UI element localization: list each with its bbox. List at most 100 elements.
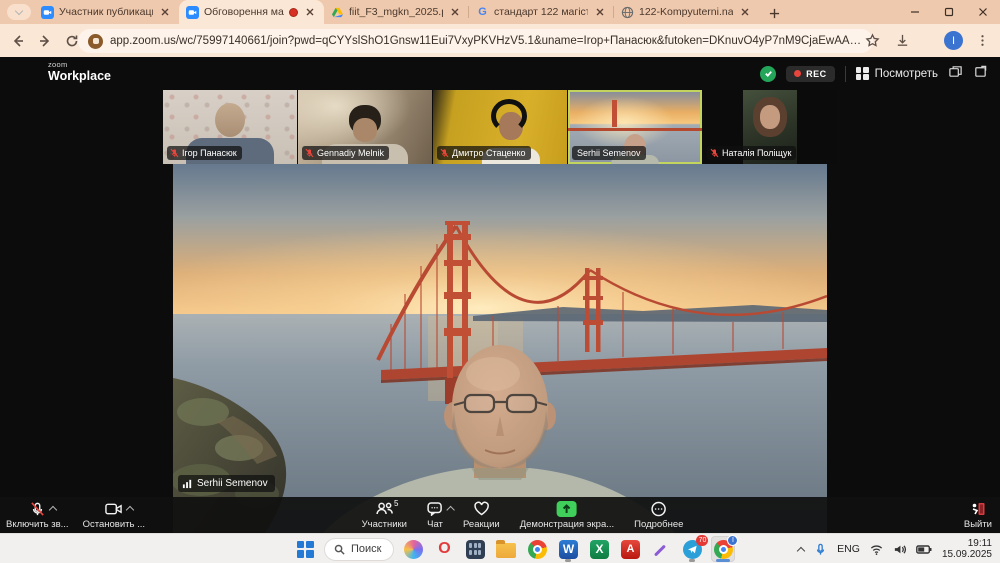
video-options-chevron[interactable] xyxy=(126,506,134,514)
tab-zoom-meeting-active[interactable]: Обговорення магістерсько xyxy=(179,0,324,24)
chat-options-chevron[interactable] xyxy=(447,506,455,514)
chrome-profile-badge: I xyxy=(727,535,738,546)
close-icon[interactable] xyxy=(448,5,462,19)
encryption-shield-icon[interactable] xyxy=(760,66,776,82)
forward-button[interactable] xyxy=(36,32,54,50)
close-icon[interactable] xyxy=(738,5,752,19)
excel-icon[interactable]: X xyxy=(587,536,611,562)
muted-mic-icon xyxy=(440,148,449,158)
telegram-icon[interactable]: 70 xyxy=(680,536,704,562)
tab-google-search[interactable]: G стандарт 122 магістр - Поиск xyxy=(469,0,614,24)
taskbar-search-box[interactable]: Поиск xyxy=(324,538,394,561)
search-icon xyxy=(334,544,345,555)
participant-thumbnail-strip: Ігор Панасюк Gennadiy Melnik Дмитро Стац xyxy=(163,90,837,164)
more-button[interactable]: Подробнее xyxy=(634,497,683,533)
opera-icon[interactable]: O xyxy=(432,536,456,562)
battery-icon[interactable] xyxy=(916,543,932,556)
tab-standards-site[interactable]: 122-Kompyuterni.nauky-mahist xyxy=(614,0,759,24)
word-icon[interactable]: W xyxy=(556,536,580,562)
browser-menu-kebab-icon[interactable] xyxy=(972,29,992,51)
site-info-icon[interactable] xyxy=(88,34,103,49)
tab-title: 122-Kompyuterni.nauky-mahist xyxy=(639,6,733,18)
tab-zoom-participant[interactable]: Участник публикации - Zoom xyxy=(34,0,179,24)
tab-title: стандарт 122 магістр - Поиск xyxy=(494,6,588,18)
mic-in-use-icon[interactable] xyxy=(814,543,827,556)
muted-mic-icon xyxy=(305,148,314,158)
tab-title: fiit_F3_mgkn_2025.pdf - Googl xyxy=(349,6,443,18)
pen-app-icon[interactable] xyxy=(649,536,673,562)
bookmark-star-icon[interactable] xyxy=(862,29,882,51)
windows-taskbar: Поиск O W X A 70 I ENG xyxy=(0,533,1000,563)
zoom-control-toolbar: Включить зв... Остановить ... 5 Участник… xyxy=(0,497,1000,533)
participant-name-label: Serhii Semenov xyxy=(572,146,646,160)
stop-video-button[interactable]: Остановить ... xyxy=(83,497,145,533)
minimize-view-icon[interactable] xyxy=(948,64,963,84)
zoom-header: zoom Workplace REC Посмотреть xyxy=(0,57,1000,90)
close-icon[interactable] xyxy=(303,5,317,19)
globe-favicon xyxy=(621,6,634,19)
grid-view-icon xyxy=(856,67,869,80)
window-minimize-button[interactable] xyxy=(898,0,932,24)
chevron-down-icon xyxy=(15,7,23,15)
url-text: app.zoom.us/wc/75997140661/join?pwd=qCYY… xyxy=(110,35,863,47)
participant-name-label: Дмитро Стаценко xyxy=(437,146,531,160)
speaker-name-label: Serhii Semenov xyxy=(178,475,275,492)
mic-options-chevron[interactable] xyxy=(49,506,57,514)
zoom-meeting-window: zoom Workplace REC Посмотреть xyxy=(0,57,1000,533)
speaker-icon[interactable] xyxy=(893,543,906,556)
window-close-button[interactable] xyxy=(966,0,1000,24)
unmute-button[interactable]: Включить зв... xyxy=(6,497,69,533)
url-field[interactable]: app.zoom.us/wc/75997140661/join?pwd=qCYY… xyxy=(78,29,873,53)
participant-video xyxy=(215,103,245,137)
copilot-icon[interactable] xyxy=(401,536,425,562)
close-icon[interactable] xyxy=(158,5,172,19)
zoom-favicon xyxy=(186,6,199,19)
participant-name-label: Gennadiy Melnik xyxy=(302,146,389,160)
back-button[interactable] xyxy=(9,32,27,50)
browser-tab-bar: Участник публикации - Zoom Обговорення м… xyxy=(0,0,1000,24)
tab-drive-pdf[interactable]: fiit_F3_mgkn_2025.pdf - Googl xyxy=(324,0,469,24)
participant-tile-ihor-panasiuk[interactable]: Ігор Панасюк xyxy=(163,90,297,164)
google-favicon: G xyxy=(476,6,489,19)
view-button[interactable]: Посмотреть xyxy=(856,67,938,80)
participant-name-label: Наталія Поліщук xyxy=(707,146,796,160)
new-tab-button[interactable] xyxy=(765,4,783,22)
language-indicator[interactable]: ENG xyxy=(837,543,860,555)
reactions-button[interactable]: Реакции xyxy=(463,497,500,533)
zoom-workplace-logo: zoom Workplace xyxy=(48,61,111,82)
participant-tile-gennadiy-melnik[interactable]: Gennadiy Melnik xyxy=(298,90,432,164)
profile-avatar[interactable]: I xyxy=(944,31,963,50)
wifi-icon[interactable] xyxy=(870,543,883,556)
tab-search-button[interactable] xyxy=(7,4,31,20)
start-button[interactable] xyxy=(293,536,317,562)
chat-button[interactable]: Чат xyxy=(427,497,443,533)
tray-expand-chevron[interactable] xyxy=(797,546,805,554)
muted-mic-icon xyxy=(170,148,179,158)
taskbar-clock[interactable]: 19:11 15.09.2025 xyxy=(942,538,992,560)
tab-title: Обговорення магістерсько xyxy=(204,6,284,18)
leave-meeting-button[interactable]: Выйти xyxy=(964,497,992,533)
participant-tile-dmytro-statsenko[interactable]: Дмитро Стаценко xyxy=(433,90,567,164)
fullscreen-icon[interactable] xyxy=(973,64,988,84)
file-explorer-icon[interactable] xyxy=(494,536,518,562)
divider xyxy=(845,66,846,82)
chrome-active-icon[interactable]: I xyxy=(711,536,735,562)
acrobat-icon[interactable]: A xyxy=(618,536,642,562)
window-maximize-button[interactable] xyxy=(932,0,966,24)
audio-level-icon xyxy=(182,478,193,489)
tab-recording-icon xyxy=(289,8,298,17)
drive-favicon xyxy=(331,6,344,19)
chrome-icon[interactable] xyxy=(525,536,549,562)
download-icon[interactable] xyxy=(892,29,912,51)
participant-tile-serhii-semenov-active[interactable]: Serhii Semenov xyxy=(568,90,702,164)
participant-name-label: Ігор Панасюк xyxy=(167,146,242,160)
participants-button[interactable]: 5 Участники xyxy=(362,497,407,533)
rec-dot-icon xyxy=(794,70,801,77)
browser-address-bar: app.zoom.us/wc/75997140661/join?pwd=qCYY… xyxy=(0,24,1000,57)
recording-indicator[interactable]: REC xyxy=(786,66,835,82)
calculator-icon[interactable] xyxy=(463,536,487,562)
close-icon[interactable] xyxy=(593,5,607,19)
tab-title: Участник публикации - Zoom xyxy=(59,6,153,18)
share-screen-button[interactable]: Демонстрация экра... xyxy=(520,497,614,533)
participant-tile-nataliia-polishchuk[interactable]: Наталія Поліщук xyxy=(703,90,837,164)
